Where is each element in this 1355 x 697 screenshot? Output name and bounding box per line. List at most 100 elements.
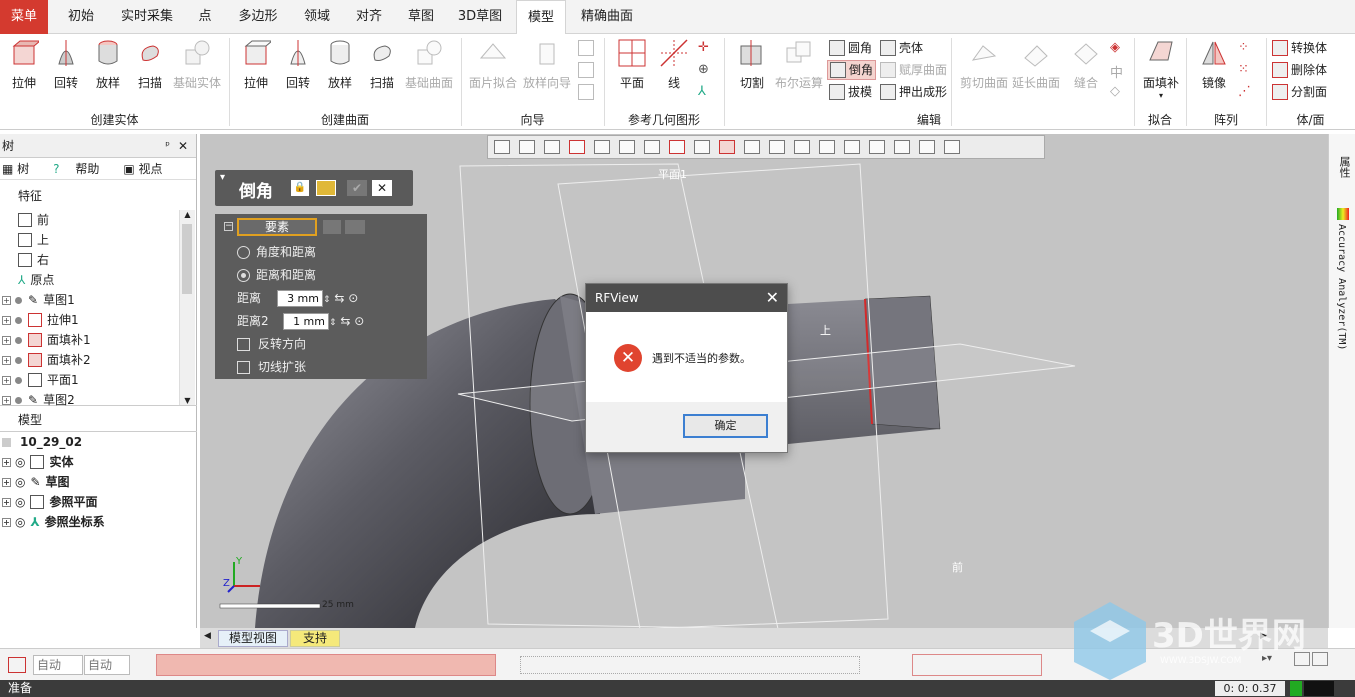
edit-small-icon-1[interactable]: ◈ (1110, 40, 1120, 55)
tab-model-view[interactable]: 模型视图 (218, 630, 289, 647)
tab-viewpoint[interactable]: ▣ 视点 (123, 160, 174, 177)
cut-button[interactable]: 切割 (730, 38, 774, 91)
accuracy-analyzer-tab[interactable]: Accuracy Analyzer(TM) (1336, 224, 1347, 350)
cancel-icon[interactable]: ✕ (372, 180, 392, 196)
revolve-solid-button[interactable]: 回转 (44, 38, 88, 91)
mesh-fit-button[interactable]: 面片拟合 (466, 38, 520, 91)
flip-icon[interactable]: ⇆ (340, 314, 350, 328)
select-lasso-icon[interactable] (794, 140, 810, 154)
tab-3d-sketch[interactable]: 3D草图 (451, 0, 509, 34)
model-item-solid[interactable]: + ◎ 实体 (2, 452, 74, 472)
model-item-ref-plane[interactable]: + ◎ 参照平面 (2, 492, 98, 512)
tree-item-plane1[interactable]: + 平面1 (2, 370, 79, 390)
visibility-icon[interactable] (944, 140, 960, 154)
tree-item-facefill1[interactable]: + 面填补1 (2, 330, 91, 350)
extend-surface-button[interactable]: 延长曲面 (1010, 38, 1062, 91)
select-extend-icon[interactable] (919, 140, 935, 154)
plane-button[interactable]: 平面 (610, 38, 654, 91)
coord-system-icon[interactable]: ⅄ (698, 84, 706, 99)
option-angle-distance[interactable]: 角度和距离 (237, 243, 316, 260)
dialog-close-button[interactable]: ✕ (766, 284, 779, 312)
sweep-solid-button[interactable]: 扫描 (128, 38, 172, 91)
spinner-icon[interactable]: ⇕ (323, 295, 331, 305)
display-filter-icons[interactable] (156, 654, 496, 676)
tab-realtime-capture[interactable]: 实时采集 (113, 0, 181, 34)
extrude-surface-button[interactable]: 拉伸 (234, 38, 278, 91)
tab-scroll-right-icon[interactable]: ▶ (1260, 631, 1267, 641)
axis-icon[interactable]: ⊕ (698, 62, 709, 77)
reset-icon[interactable]: ⊙ (354, 314, 364, 328)
tab-sketch[interactable]: 草图 (399, 0, 443, 34)
element-undo-icon[interactable] (345, 220, 365, 234)
tangent-extend-checkbox[interactable]: 切线扩张 (237, 358, 306, 375)
convert-body-button[interactable]: 转换体 (1272, 38, 1327, 58)
view-shape-icon[interactable] (494, 140, 510, 154)
ok-button[interactable]: 确定 (683, 414, 768, 438)
tree-item-origin[interactable]: ⅄ 原点 (18, 270, 54, 290)
split-face-button[interactable]: 分割面 (1272, 82, 1327, 102)
model-item-ref-coord[interactable]: + ◎ ⅄ 参照坐标系 (2, 512, 105, 532)
wizard-small-icon-1[interactable] (578, 40, 594, 56)
visibility-dot-icon[interactable] (15, 376, 22, 384)
measure-tools-icons[interactable] (912, 654, 1042, 676)
expand-icon[interactable]: + (2, 295, 11, 305)
visibility-dot-icon[interactable] (15, 356, 22, 364)
tree-item-sketch2[interactable]: + ✎ 草图2 (2, 390, 75, 410)
linear-pattern-icon[interactable]: ⁘ (1238, 40, 1249, 55)
tab-tree[interactable]: ▦ 树 (2, 160, 41, 177)
pin-icon[interactable]: ᵖ (165, 134, 170, 158)
element-add-icon[interactable] (323, 220, 341, 234)
tab-align[interactable]: 对齐 (347, 0, 391, 34)
line-button[interactable]: 线 (652, 38, 696, 91)
expand-icon[interactable]: + (2, 315, 11, 325)
spinner-icon[interactable]: ⇕ (329, 318, 337, 328)
draft-button[interactable]: 拔模 (829, 82, 872, 102)
menu-button[interactable]: 菜单 (0, 0, 48, 34)
tree-item-top[interactable]: 上 (18, 230, 49, 250)
face-fill-button[interactable]: 面填补 ▾ (1138, 38, 1184, 100)
select-poly-icon[interactable] (769, 140, 785, 154)
point-icon[interactable]: ✛ (698, 40, 709, 55)
loft-wizard-button[interactable]: 放样向导 (520, 38, 574, 91)
edit-small-icon-3[interactable]: ◇ (1110, 84, 1120, 99)
wizard-small-icon-2[interactable] (578, 62, 594, 78)
filter-select-1[interactable]: 自动 (33, 655, 83, 675)
visibility-dot-icon[interactable] (15, 316, 22, 324)
preview-icon[interactable] (316, 180, 336, 196)
reverse-direction-checkbox[interactable]: 反转方向 (237, 335, 306, 352)
visibility-dot-icon[interactable] (15, 396, 22, 404)
tab-help[interactable]: ? 帮助 (53, 160, 111, 177)
revolve-surface-button[interactable]: 回转 (276, 38, 320, 91)
edit-small-icon-2[interactable]: 中 (1110, 62, 1123, 81)
close-icon[interactable]: ✕ (178, 134, 188, 158)
sweep-surface-button[interactable]: 扫描 (360, 38, 404, 91)
base-solid-button[interactable]: 基础实体 (170, 38, 224, 91)
tree-item-front[interactable]: 前 (18, 210, 49, 230)
filter-select-2[interactable]: 自动 (84, 655, 130, 675)
eye-icon[interactable]: ◎ (15, 472, 25, 492)
distance2-input[interactable]: 1 mm (283, 313, 329, 330)
collapse-icon[interactable]: ▾ (220, 172, 225, 183)
view-back-icon[interactable] (619, 140, 635, 154)
shell-button[interactable]: 壳体 (880, 38, 923, 58)
tree-item-right[interactable]: 右 (18, 250, 49, 270)
select-mode-icon[interactable] (8, 657, 26, 673)
select-all-icon[interactable] (894, 140, 910, 154)
reset-icon[interactable]: ⊙ (348, 291, 358, 305)
model-root[interactable]: 10_29_02 (2, 432, 82, 452)
tab-initial[interactable]: 初始 (58, 0, 104, 34)
tree-item-sketch1[interactable]: + ✎ 草图1 (2, 290, 75, 310)
tab-support[interactable]: 支持 (290, 630, 341, 647)
loft-solid-button[interactable]: 放样 (86, 38, 130, 91)
view-render-icon[interactable] (544, 140, 560, 154)
expand-icon[interactable]: + (2, 335, 11, 345)
chamfer-button[interactable]: 倒角 (827, 60, 877, 80)
view-home-icon[interactable] (669, 140, 685, 154)
flip-icon[interactable]: ⇆ (334, 291, 344, 305)
select-pen-icon[interactable] (844, 140, 860, 154)
select-brush-icon[interactable] (819, 140, 835, 154)
option-distance-distance[interactable]: 距离和距离 (237, 266, 316, 283)
properties-tab[interactable]: 属性 (1336, 156, 1352, 178)
expand-icon[interactable]: + (2, 355, 11, 365)
tree-item-extrude1[interactable]: + 拉伸1 (2, 310, 79, 330)
